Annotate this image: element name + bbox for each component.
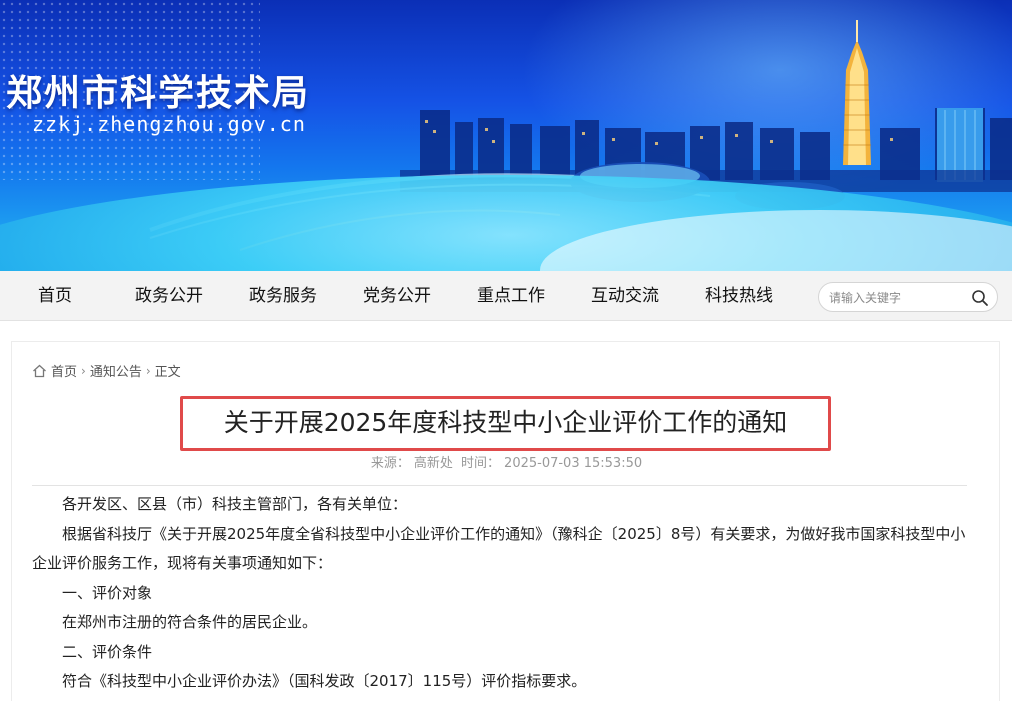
breadcrumb: 首页 › 通知公告 › 正文	[32, 361, 181, 380]
nav-item-interaction[interactable]: 互动交流	[591, 271, 659, 321]
search-box	[818, 282, 998, 312]
article-meta: 来源： 高新处 时间： 2025-07-03 15:53:50	[12, 452, 1001, 471]
paragraph-salutation: 各开发区、区县（市）科技主管部门，各有关单位：	[62, 495, 408, 513]
source-label: 来源：	[370, 456, 410, 471]
chevron-right-icon: ›	[145, 363, 151, 378]
search-icon[interactable]	[971, 289, 989, 307]
nav-item-home[interactable]: 首页	[38, 271, 72, 321]
section-heading-target: 一、评价对象	[62, 583, 153, 602]
time-value: 2025-07-03 15:53:50	[504, 456, 643, 471]
section-heading-conditions: 二、评价条件	[62, 642, 153, 661]
breadcrumb-current: 正文	[154, 365, 181, 380]
nav-item-party-affairs[interactable]: 党务公开	[363, 271, 431, 321]
divider	[32, 485, 967, 486]
time-label: 时间：	[461, 456, 501, 471]
nav-item-tech-hotline[interactable]: 科技热线	[705, 271, 773, 321]
site-banner: 郑州市科学技术局 zzkj.zhengzhou.gov.cn	[0, 0, 1012, 271]
paragraph-intro: 根据省科技厅《关于开展2025年度全省科技型中小企业评价工作的通知》（豫科企〔2…	[32, 524, 966, 573]
main-nav: 首页 政务公开 政务服务 党务公开 重点工作 互动交流 科技热线	[0, 271, 1012, 321]
nav-item-government-affairs[interactable]: 政务公开	[135, 271, 203, 321]
paragraph-conditions: 符合《科技型中小企业评价办法》（国科发政〔2017〕115号）评价指标要求。	[62, 672, 587, 690]
article-panel: 首页 › 通知公告 › 正文 关于开展2025年度科技型中小企业评价工作的通知 …	[11, 341, 1000, 701]
source-value: 高新处	[413, 456, 453, 471]
article-title: 关于开展2025年度科技型中小企业评价工作的通知	[223, 408, 788, 437]
nav-item-key-work[interactable]: 重点工作	[477, 271, 545, 321]
site-title: 郑州市科学技术局	[6, 73, 311, 114]
article-body: 各开发区、区县（市）科技主管部门，各有关单位： 根据省科技厅《关于开展2025年…	[32, 490, 972, 697]
paragraph-target: 在郑州市注册的符合条件的居民企业。	[62, 613, 318, 631]
nav-item-government-services[interactable]: 政务服务	[249, 271, 317, 321]
breadcrumb-home[interactable]: 首页	[51, 361, 77, 380]
home-icon	[33, 364, 46, 377]
search-input[interactable]	[829, 288, 969, 308]
site-domain: zzkj.zhengzhou.gov.cn	[32, 112, 306, 136]
breadcrumb-notices[interactable]: 通知公告	[90, 361, 142, 380]
chevron-right-icon: ›	[81, 363, 86, 378]
title-highlight-box: 关于开展2025年度科技型中小企业评价工作的通知	[180, 396, 831, 451]
